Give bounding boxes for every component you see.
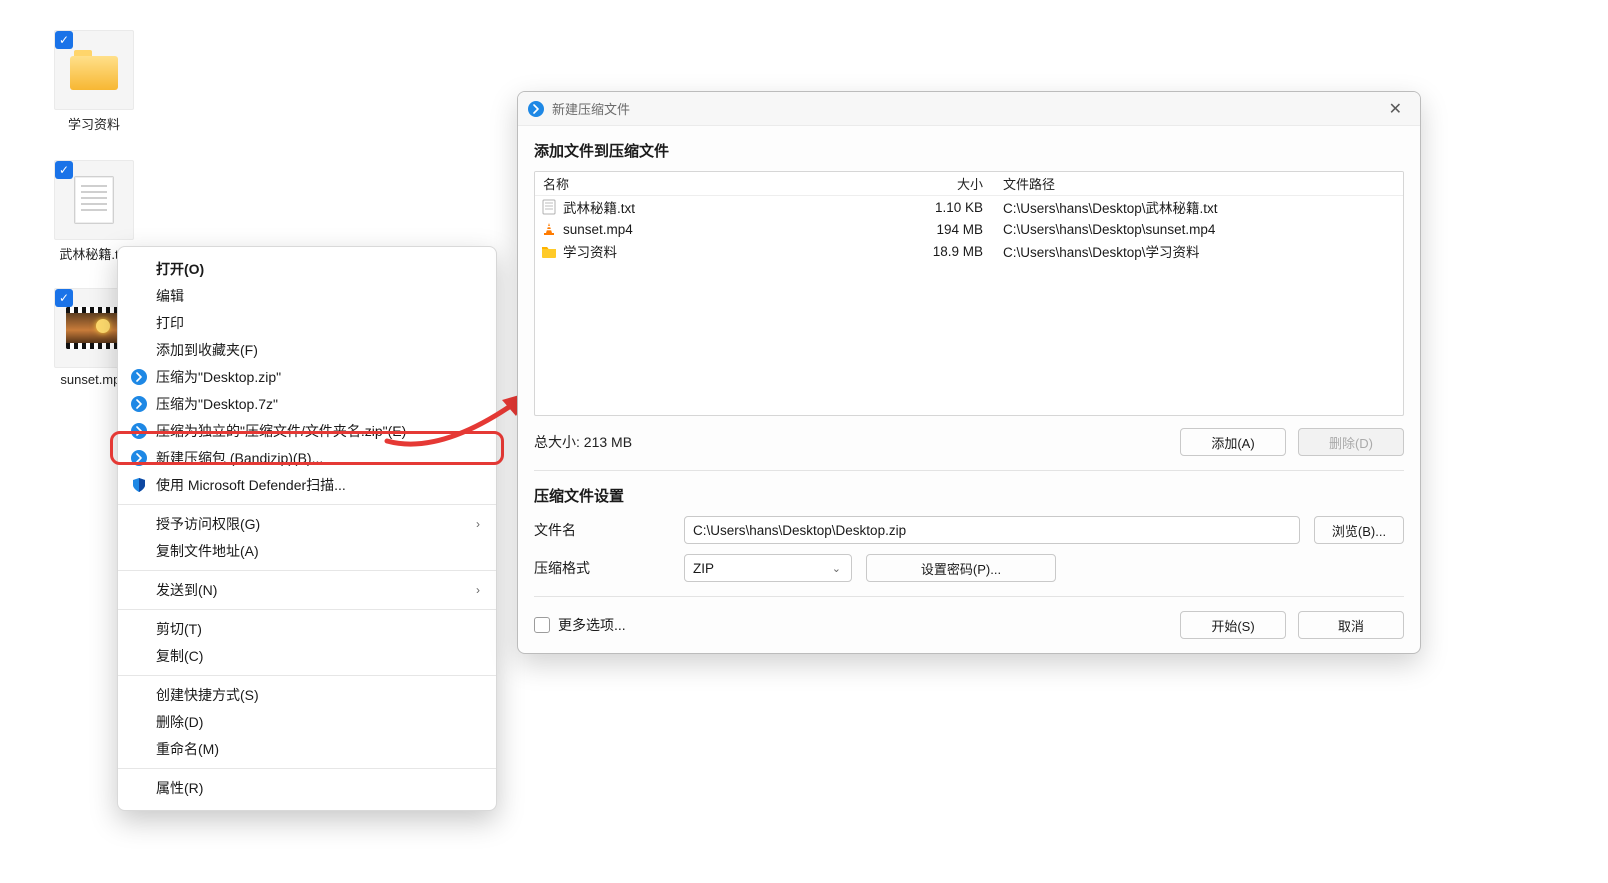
file-size: 1.10 KB	[911, 200, 991, 215]
table-row[interactable]: 武林秘籍.txt 1.10 KB C:\Users\hans\Desktop\武…	[535, 196, 1403, 218]
icon-label: 学习资料	[54, 114, 134, 133]
cm-properties[interactable]: 属性(R)	[118, 775, 496, 801]
table-row[interactable]: 学习资料 18.9 MB C:\Users\hans\Desktop\学习资料	[535, 240, 1403, 262]
filename-input[interactable]: C:\Users\hans\Desktop\Desktop.zip	[684, 516, 1300, 544]
cm-copy[interactable]: 复制(C)	[118, 643, 496, 669]
context-menu: 打开(O) 编辑 打印 添加到收藏夹(F) 压缩为"Desktop.zip" 压…	[117, 246, 497, 811]
desktop-icon-folder[interactable]: ✓ 学习资料	[54, 30, 134, 133]
separator	[118, 675, 496, 676]
section-add-files-title: 添加文件到压缩文件	[534, 140, 1404, 161]
separator	[118, 570, 496, 571]
bandizip-app-icon	[528, 101, 544, 117]
separator	[534, 470, 1404, 471]
add-button[interactable]: 添加(A)	[1180, 428, 1286, 456]
table-row[interactable]: sunset.mp4 194 MB C:\Users\hans\Desktop\…	[535, 218, 1403, 240]
new-archive-dialog: 新建压缩文件 ✕ 添加文件到压缩文件 名称 大小 文件路径 武林秘籍.txt 1…	[517, 91, 1421, 654]
file-path: C:\Users\hans\Desktop\sunset.mp4	[991, 222, 1403, 237]
textfile-icon	[74, 176, 114, 224]
separator	[534, 596, 1404, 597]
table-header: 名称 大小 文件路径	[535, 172, 1403, 196]
separator	[118, 504, 496, 505]
window-title: 新建压缩文件	[552, 99, 630, 118]
cm-edit[interactable]: 编辑	[118, 283, 496, 309]
selected-check-icon: ✓	[55, 289, 73, 307]
file-list-table[interactable]: 名称 大小 文件路径 武林秘籍.txt 1.10 KB C:\Users\han…	[534, 171, 1404, 416]
col-size[interactable]: 大小	[933, 174, 991, 193]
file-size: 18.9 MB	[911, 244, 991, 259]
cm-add-favorites[interactable]: 添加到收藏夹(F)	[118, 337, 496, 363]
chevron-down-icon: ⌄	[832, 562, 841, 575]
more-options-checkbox[interactable]	[534, 617, 550, 633]
format-label: 压缩格式	[534, 558, 684, 578]
text-thumbnail: ✓	[54, 160, 134, 240]
folder-thumbnail: ✓	[54, 30, 134, 110]
cm-copy-path[interactable]: 复制文件地址(A)	[118, 538, 496, 564]
start-button[interactable]: 开始(S)	[1180, 611, 1286, 639]
file-path: C:\Users\hans\Desktop\武林秘籍.txt	[991, 197, 1403, 217]
bandizip-icon	[130, 368, 148, 386]
cm-create-shortcut[interactable]: 创建快捷方式(S)	[118, 682, 496, 708]
selected-check-icon: ✓	[55, 31, 73, 49]
cm-rename[interactable]: 重命名(M)	[118, 736, 496, 762]
cm-grant-access[interactable]: 授予访问权限(G)›	[118, 511, 496, 537]
file-path: C:\Users\hans\Desktop\学习资料	[991, 241, 1403, 261]
filename-label: 文件名	[534, 520, 684, 540]
browse-button[interactable]: 浏览(B)...	[1314, 516, 1404, 544]
shield-icon	[130, 476, 148, 494]
file-name: sunset.mp4	[563, 222, 633, 237]
delete-button[interactable]: 删除(D)	[1298, 428, 1404, 456]
file-size: 194 MB	[911, 222, 991, 237]
folder-icon	[70, 50, 118, 90]
cm-compress-each[interactable]: 压缩为独立的"压缩文件/文件夹名.zip"(E)	[118, 418, 496, 444]
cm-open[interactable]: 打开(O)	[118, 256, 496, 282]
chevron-right-icon: ›	[476, 583, 480, 597]
bandizip-icon	[130, 449, 148, 467]
selected-check-icon: ✓	[55, 161, 73, 179]
cm-print[interactable]: 打印	[118, 310, 496, 336]
col-path[interactable]: 文件路径	[991, 174, 1403, 193]
close-button[interactable]: ✕	[1381, 95, 1410, 123]
vlc-icon	[541, 221, 557, 237]
section-archive-settings-title: 压缩文件设置	[534, 485, 1404, 506]
cm-compress-zip[interactable]: 压缩为"Desktop.zip"	[118, 364, 496, 390]
set-password-button[interactable]: 设置密码(P)...	[866, 554, 1056, 582]
titlebar[interactable]: 新建压缩文件 ✕	[518, 92, 1420, 126]
separator	[118, 768, 496, 769]
cm-delete[interactable]: 删除(D)	[118, 709, 496, 735]
cm-cut[interactable]: 剪切(T)	[118, 616, 496, 642]
separator	[118, 609, 496, 610]
cancel-button[interactable]: 取消	[1298, 611, 1404, 639]
file-name: 武林秘籍.txt	[563, 197, 635, 217]
cm-new-archive[interactable]: 新建压缩包 (Bandizip)(B)...	[118, 445, 496, 471]
bandizip-icon	[130, 395, 148, 413]
textfile-icon	[541, 199, 557, 215]
col-name[interactable]: 名称	[535, 174, 933, 193]
more-options-label[interactable]: 更多选项...	[558, 615, 626, 635]
format-select[interactable]: ZIP ⌄	[684, 554, 852, 582]
file-name: 学习资料	[563, 241, 617, 261]
cm-compress-7z[interactable]: 压缩为"Desktop.7z"	[118, 391, 496, 417]
cm-defender-scan[interactable]: 使用 Microsoft Defender扫描...	[118, 472, 496, 498]
bandizip-icon	[130, 422, 148, 440]
cm-send-to[interactable]: 发送到(N)›	[118, 577, 496, 603]
chevron-right-icon: ›	[476, 517, 480, 531]
video-icon	[66, 307, 122, 349]
total-size-label: 总大小: 213 MB	[534, 432, 632, 452]
folder-icon	[541, 243, 557, 259]
